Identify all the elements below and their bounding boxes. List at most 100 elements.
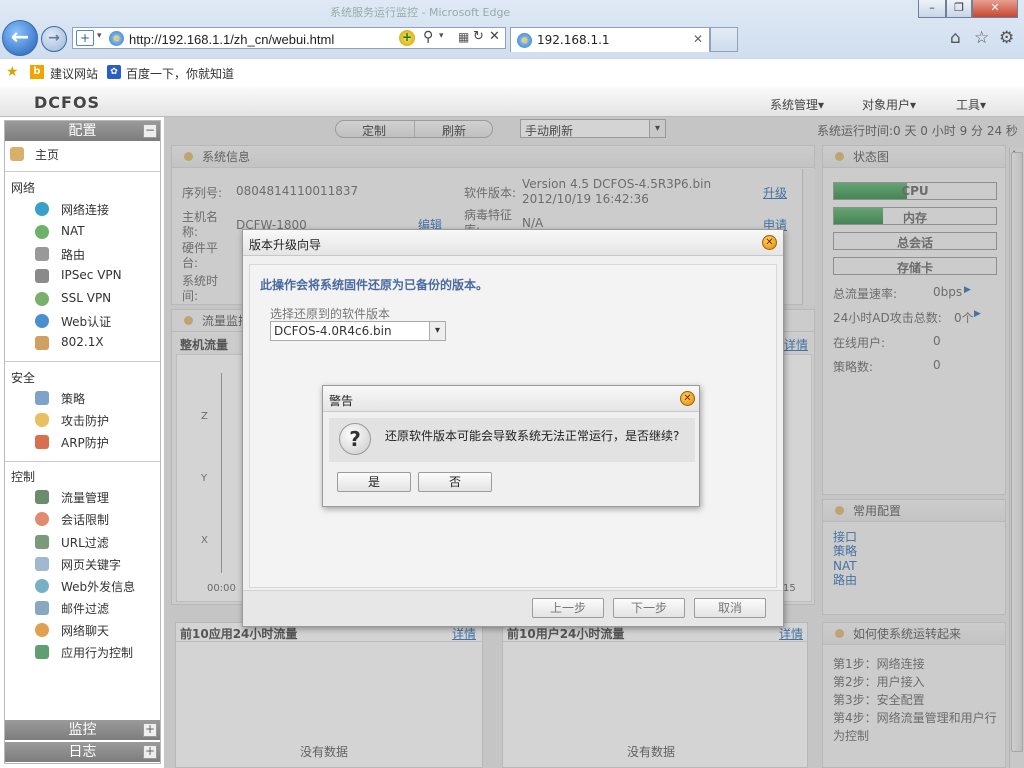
favorites-bar: ★ b 建议网站 ✿ 百度一下，你就知道 — [0, 58, 1024, 86]
sidebar-header-config[interactable]: 配置 − — [5, 121, 160, 141]
back-button[interactable]: ← — [2, 20, 38, 56]
shield-icon — [35, 413, 49, 427]
sidebar-header-label: 日志 — [68, 744, 97, 760]
home-icon — [10, 147, 24, 161]
menu-label: 系统管理 — [770, 98, 819, 112]
favorite-link-suggested[interactable]: 建议网站 — [50, 65, 98, 82]
router-icon — [35, 247, 49, 261]
sidebar-item-label: IPSec VPN — [61, 268, 122, 282]
compat-icon[interactable]: ▦ — [458, 30, 469, 44]
sidebar-item-label: 攻击防护 — [61, 414, 110, 428]
chevron-down-icon[interactable]: ▾ — [429, 322, 445, 340]
keyword-icon — [35, 557, 49, 571]
sidebar-item-label: 网页关键字 — [61, 558, 122, 572]
sidebar-item-label: 邮件过滤 — [61, 602, 110, 616]
app-header: DCFOS 系统管理▾ 对象用户▾ 工具▾ — [0, 87, 1024, 117]
sidebar-item-label: 网络连接 — [61, 203, 110, 217]
tab-ie-icon: e — [517, 33, 532, 48]
url-text[interactable]: http://192.168.1.1/zh_cn/webui.html — [129, 32, 334, 47]
sidebar-item-label: NAT — [61, 224, 85, 238]
cancel-button[interactable]: 取消 — [694, 598, 766, 618]
new-tab-button[interactable] — [710, 27, 738, 52]
web-outbound-icon — [35, 579, 49, 593]
next-step-button[interactable]: 下一步 — [613, 598, 685, 618]
ie-page-icon: e — [109, 31, 124, 46]
dialog-header: 版本升级向导 ✕ — [243, 230, 783, 256]
browser-tab[interactable]: e 192.168.1.1 ✕ — [510, 27, 710, 52]
maximize-button[interactable]: ❐ — [946, 0, 972, 18]
sidebar-item-label: 网络聊天 — [61, 624, 110, 638]
search-dropdown-icon[interactable]: ▾ — [439, 31, 444, 41]
sidebar-header-label: 配置 — [68, 123, 97, 139]
addon-icon[interactable]: + — [399, 30, 415, 46]
policy-icon — [35, 391, 49, 405]
tab-close-icon[interactable]: ✕ — [693, 32, 703, 46]
app-control-icon — [35, 645, 49, 659]
minimize-button[interactable]: – — [918, 0, 946, 18]
wizard-footer: 上一步 下一步 取消 — [243, 590, 783, 626]
close-icon[interactable]: ✕ — [680, 391, 695, 406]
alert-message: 还原软件版本可能会导致系统无法正常运行，是否继续? — [385, 429, 680, 443]
sidebar-header-monitor[interactable]: 监控 + — [5, 720, 160, 740]
menu-label: 工具 — [956, 98, 981, 112]
gear-icon[interactable]: ⚙ — [999, 28, 1014, 48]
no-button[interactable]: 否 — [418, 472, 492, 492]
sidebar-item-label: 流量管理 — [61, 491, 110, 505]
stop-icon[interactable]: ✕ — [489, 29, 500, 44]
url-filter-icon — [35, 535, 49, 549]
chat-icon — [35, 623, 49, 637]
menu-system-management[interactable]: 系统管理▾ — [770, 96, 824, 113]
ssl-icon — [35, 292, 49, 306]
sidebar-item-label: 应用行为控制 — [61, 646, 134, 660]
session-icon — [35, 512, 49, 526]
sidebar-item-label: ARP防护 — [61, 436, 109, 450]
forward-button[interactable]: → — [41, 26, 67, 52]
home-icon[interactable]: ⌂ — [950, 28, 961, 48]
favorites-star-icon[interactable]: ☆ — [974, 28, 989, 48]
nat-icon — [35, 225, 49, 239]
favorites-icon[interactable]: ★ — [6, 64, 19, 80]
menu-object-users[interactable]: 对象用户▾ — [862, 96, 916, 113]
version-select[interactable]: DCFOS-4.0R4c6.bin ▾ — [270, 321, 446, 341]
sidebar-item-label: 路由 — [61, 248, 86, 262]
group-title-network: 网络 — [11, 181, 36, 195]
search-icon[interactable]: ⚲ — [423, 29, 433, 45]
key-icon — [35, 336, 49, 350]
question-icon: ? — [339, 423, 371, 455]
dropdown-arrow-icon[interactable]: ▾ — [97, 31, 102, 41]
dialog-header: 警告 ✕ — [323, 386, 699, 412]
menu-label: 对象用户 — [862, 98, 911, 112]
window-close-button[interactable]: ✕ — [972, 0, 1018, 18]
refresh-icon[interactable]: ↻ — [473, 29, 484, 44]
sidebar: 配置 − 主页 网络 网络连接 NAT 路由 IPSec VPN SSL VPN… — [4, 120, 161, 764]
sidebar-item-label: SSL VPN — [61, 291, 112, 305]
globe-icon — [35, 202, 49, 216]
bing-icon: b — [30, 65, 44, 79]
divider — [5, 461, 160, 462]
menu-tools[interactable]: 工具▾ — [956, 96, 986, 113]
group-title-security: 安全 — [11, 371, 36, 385]
group-title-control: 控制 — [11, 470, 36, 484]
prev-step-button[interactable]: 上一步 — [532, 598, 604, 618]
compat-view-icon[interactable]: + — [76, 30, 94, 46]
expand-icon[interactable]: + — [143, 723, 157, 737]
baidu-paw-icon: ✿ — [107, 65, 121, 79]
sidebar-item-label: 会话限制 — [61, 513, 110, 527]
expand-icon[interactable]: + — [143, 745, 157, 759]
address-bar[interactable]: + ▾ e http://192.168.1.1/zh_cn/webui.htm… — [72, 27, 506, 49]
web-auth-icon — [35, 314, 49, 328]
alert-body: ? 还原软件版本可能会导致系统无法正常运行，是否继续? — [329, 418, 695, 462]
arp-icon — [35, 435, 49, 449]
browser-chrome: 系统服务运行监控 - Microsoft Edge – ❐ ✕ ← → + ▾ … — [0, 0, 1024, 86]
sidebar-item-label: Web认证 — [61, 315, 112, 329]
sidebar-header-log[interactable]: 日志 + — [5, 742, 160, 762]
yes-button[interactable]: 是 — [337, 472, 411, 492]
traffic-icon — [35, 490, 49, 504]
collapse-icon[interactable]: − — [143, 124, 157, 138]
favorite-link-baidu[interactable]: 百度一下，你就知道 — [126, 65, 234, 82]
dialog-title: 版本升级向导 — [249, 238, 322, 252]
sidebar-item-label: URL过滤 — [61, 536, 109, 550]
close-icon[interactable]: ✕ — [762, 235, 777, 250]
sidebar-item-label: 策略 — [61, 392, 86, 406]
warning-dialog: 警告 ✕ ? 还原软件版本可能会导致系统无法正常运行，是否继续? 是 否 — [322, 385, 700, 507]
